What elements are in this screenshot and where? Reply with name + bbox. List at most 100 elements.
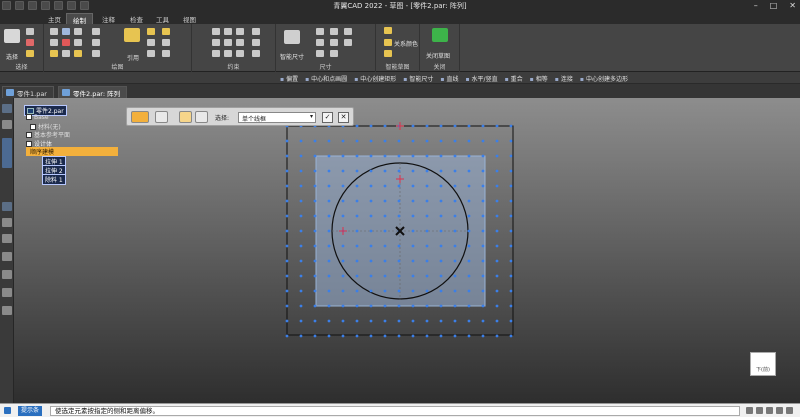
grid-dot: [509, 229, 513, 233]
grid-dot: [285, 184, 289, 188]
grid-dot: [285, 289, 289, 293]
grid-dot: [411, 289, 415, 293]
grid-dot: [495, 319, 499, 323]
grid-dot: [481, 214, 485, 218]
tree-item-base-planes[interactable]: 基本参考平面: [26, 130, 70, 139]
grid-dot: [285, 304, 289, 308]
sketch-view-status-icon[interactable]: [756, 407, 763, 414]
grid-dot: [369, 124, 373, 128]
grid-dot: [411, 334, 415, 338]
grid-dot: [313, 244, 317, 248]
offset-options-icon[interactable]: [131, 111, 149, 123]
grid-dot: [453, 124, 457, 128]
zoom-status-icon[interactable]: [766, 407, 773, 414]
grid-dot: [411, 274, 415, 278]
tree-item-cutout-1[interactable]: 除料 1: [42, 174, 66, 185]
grid-dot: [439, 334, 443, 338]
grid-dot: [453, 259, 457, 263]
grid-dot: [355, 304, 359, 308]
grid-dot: [425, 274, 429, 278]
grid-dot: [327, 319, 331, 323]
grid-dot: [355, 154, 359, 158]
grid-dot: [481, 289, 485, 293]
grid-dot: [495, 259, 499, 263]
checkbox-icon[interactable]: [26, 132, 32, 138]
grid-dot: [425, 319, 429, 323]
grid-dot: [425, 229, 429, 233]
grid-dot: [341, 304, 345, 308]
grid-dot: [299, 214, 303, 218]
grid-dot: [509, 304, 513, 308]
grid-dot: [313, 334, 317, 338]
grid-dot: [355, 259, 359, 263]
grid-dot: [481, 244, 485, 248]
grid-dot: [341, 244, 345, 248]
tree-item-base[interactable]: Base: [26, 114, 49, 121]
grid-dot: [313, 259, 317, 263]
grid-dot: [327, 184, 331, 188]
grid-dot: [383, 169, 387, 173]
offset-command-toolbar: 选择: 单个线框 ✓ ✕: [126, 107, 354, 126]
grid-dot: [327, 199, 331, 203]
grid-dot: [369, 274, 373, 278]
grid-dot: [341, 199, 345, 203]
grid-dot: [369, 259, 373, 263]
grid-dot: [481, 229, 485, 233]
grid-dot: [355, 319, 359, 323]
grid-dot: [495, 214, 499, 218]
grid-dot: [509, 124, 513, 128]
tree-item-ordered-modeling[interactable]: 顺序建模: [26, 147, 118, 156]
grid-dot: [453, 229, 457, 233]
grid-dot: [369, 244, 373, 248]
grid-dot: [313, 274, 317, 278]
grid-dot: [439, 124, 443, 128]
grid-dot: [453, 214, 457, 218]
grid-dot: [327, 244, 331, 248]
step-distance-icon[interactable]: [195, 111, 208, 123]
accept-icon[interactable]: ✓: [322, 112, 333, 123]
grid-dot: [509, 154, 513, 158]
grid-dot: [341, 274, 345, 278]
grid-dot: [369, 184, 373, 188]
grid-dot: [285, 154, 289, 158]
grid-dot: [495, 334, 499, 338]
grid-dot: [411, 319, 415, 323]
grid-dot: [411, 229, 415, 233]
sketch-geometry[interactable]: [0, 0, 800, 417]
select-mode-dropdown[interactable]: 单个线框: [238, 112, 316, 123]
grid-dot: [327, 169, 331, 173]
grid-dot: [509, 334, 513, 338]
grid-dot: [467, 319, 471, 323]
grid-dot: [425, 169, 429, 173]
grid-dot: [369, 319, 373, 323]
grid-dot: [313, 199, 317, 203]
grid-dot: [383, 214, 387, 218]
grid-dot: [439, 259, 443, 263]
grid-dot: [369, 154, 373, 158]
grid-dot: [453, 334, 457, 338]
grid-dot: [453, 304, 457, 308]
grid-dot: [341, 259, 345, 263]
grid-dot: [425, 334, 429, 338]
pan-status-icon[interactable]: [786, 407, 793, 414]
grid-dot: [341, 334, 345, 338]
step-side-icon[interactable]: [179, 111, 192, 123]
grid-dot: [313, 289, 317, 293]
checkbox-icon[interactable]: [26, 114, 32, 120]
grid-dot: [383, 244, 387, 248]
expand-icon[interactable]: [746, 407, 753, 414]
grid-dot: [299, 199, 303, 203]
grid-dot: [509, 289, 513, 293]
grid-dot: [397, 184, 401, 188]
step-select-icon[interactable]: [155, 111, 168, 123]
grid-dot: [383, 259, 387, 263]
cancel-icon[interactable]: ✕: [338, 112, 349, 123]
view-cube[interactable]: 下(前): [750, 352, 776, 376]
grid-dot: [299, 139, 303, 143]
grid-dot: [467, 304, 471, 308]
grid-dot: [369, 169, 373, 173]
grid-dot: [439, 244, 443, 248]
fit-status-icon[interactable]: [776, 407, 783, 414]
grid-dot: [299, 334, 303, 338]
grid-dot: [313, 319, 317, 323]
